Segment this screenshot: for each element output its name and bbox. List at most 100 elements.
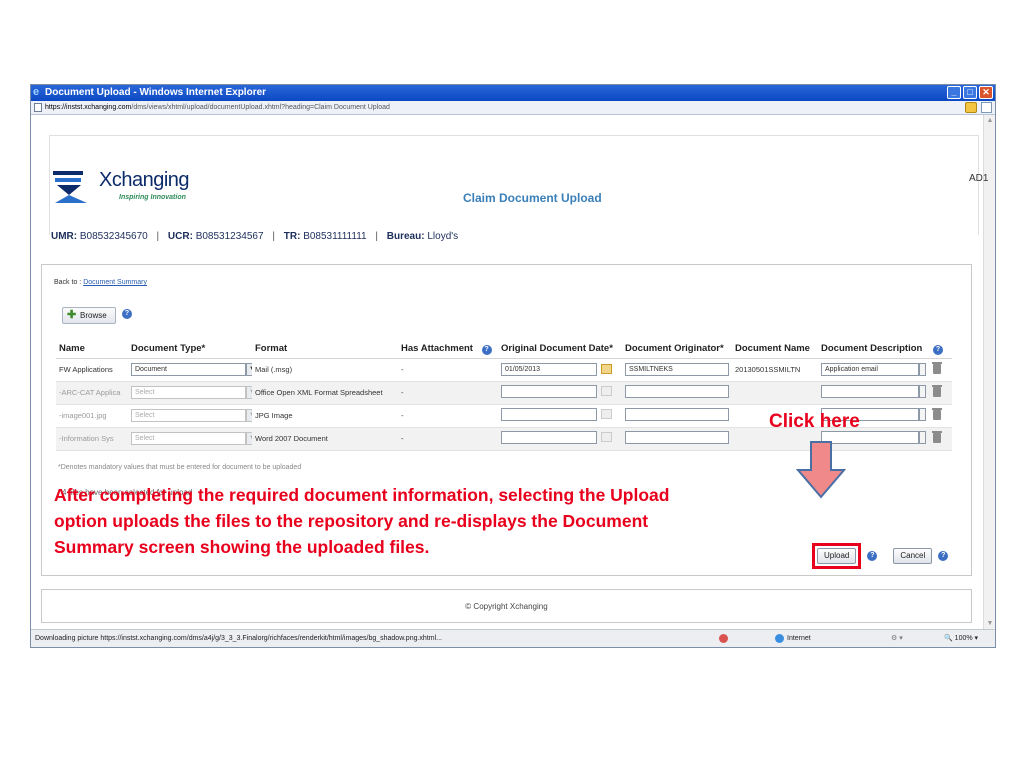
mandatory-note: *Denotes mandatory values that must be e… (58, 464, 302, 471)
browse-button[interactable]: ✚ Browse (62, 307, 116, 324)
description-input[interactable]: Application email (821, 363, 926, 376)
scroll-down-icon[interactable]: ▼ (986, 620, 994, 628)
back-link-row: Back to : Document Summary (54, 279, 147, 286)
zoom-level[interactable]: 🔍 100% ▾ (944, 630, 978, 647)
help-icon[interactable]: ? (933, 344, 943, 355)
page-title: Claim Document Upload (463, 191, 602, 205)
instruction-annotation: After completing the required document i… (54, 482, 784, 560)
tr-value: B08531111111 (303, 231, 367, 242)
col-description: Document Description (818, 340, 930, 359)
file-name: -image001.jpg (56, 404, 128, 428)
browse-label: Browse (80, 311, 107, 320)
col-actions: ? (930, 340, 952, 359)
delete-cell (930, 358, 952, 382)
original-date-input[interactable] (501, 408, 612, 421)
calendar-icon[interactable] (601, 432, 612, 442)
close-icon[interactable]: ✕ (979, 86, 993, 99)
chevron-down-icon[interactable]: ▼ (246, 432, 252, 445)
table-row: -ARC-CAT Applica Select ▼ Office Open XML… (56, 381, 952, 405)
description-input[interactable] (821, 385, 926, 398)
originator-input[interactable] (625, 431, 729, 444)
url-host: https://instst.xchanging.com (45, 104, 132, 111)
description-value: Application email (825, 366, 878, 373)
file-format: JPG Image (252, 404, 398, 428)
document-name-value (732, 381, 818, 405)
document-type-select[interactable]: Select ▼ (131, 409, 252, 422)
description-expander[interactable] (919, 363, 926, 376)
umr-label: UMR: (51, 231, 78, 242)
col-document-name: Document Name (732, 340, 818, 359)
trash-icon[interactable] (932, 361, 942, 374)
document-type-value: Document (135, 366, 167, 373)
has-attachment-value: - (398, 381, 498, 405)
file-name: -ARC-CAT Applica (56, 381, 128, 405)
help-icon[interactable]: ? (938, 551, 949, 561)
cancel-button[interactable]: Cancel (893, 548, 933, 564)
original-date-input[interactable]: 01/05/2013 (501, 363, 612, 376)
maximize-icon[interactable]: □ (963, 86, 977, 99)
window-titlebar: e Document Upload - Windows Internet Exp… (31, 85, 995, 101)
delete-cell (930, 381, 952, 405)
document-summary-link[interactable]: Document Summary (83, 279, 147, 286)
annotation-line-3: Summary screen showing the uploaded file… (54, 537, 430, 557)
popup-blocker-icon[interactable]: ⚙ ▾ (891, 630, 903, 647)
file-name: FW Applications (56, 358, 128, 382)
calendar-icon[interactable] (601, 364, 612, 374)
url-path: /dms/views/xhtml/upload/documentUpload.x… (131, 104, 390, 111)
file-format: Office Open XML Format Spreadsheet (252, 381, 398, 405)
annotation-line-1: After completing the required document i… (54, 485, 670, 505)
trash-icon[interactable] (932, 384, 942, 397)
calendar-icon[interactable] (601, 386, 612, 396)
original-date-value: 01/05/2013 (505, 366, 541, 373)
minimize-icon[interactable]: _ (947, 86, 961, 99)
logo-name: Xchanging (99, 169, 190, 191)
address-bar[interactable]: https://instst.xchanging.com/dms/views/x… (31, 101, 995, 115)
doc-type-cell: Select ▼ (128, 381, 252, 405)
has-attachment-value: - (398, 404, 498, 428)
logo-tagline: Inspiring Innovation (119, 194, 186, 201)
zone-label: Internet (787, 635, 811, 642)
doc-type-cell: Select ▼ (128, 427, 252, 451)
col-originator: Document Originator* (622, 340, 732, 359)
trash-icon[interactable] (932, 407, 942, 420)
chevron-down-icon[interactable]: ▼ (246, 363, 252, 376)
originator-input[interactable] (625, 385, 729, 398)
feed-icon[interactable] (981, 102, 992, 113)
chevron-down-icon[interactable]: ▼ (246, 409, 252, 422)
ref-separator: | (156, 231, 160, 242)
calendar-icon[interactable] (601, 409, 612, 419)
originator-input[interactable]: SSMILTNEKS (625, 363, 729, 376)
document-type-select[interactable]: Document ▼ (131, 363, 252, 376)
page-icon (34, 103, 42, 112)
has-attachment-value: - (398, 358, 498, 382)
description-expander[interactable] (919, 385, 926, 398)
upload-button[interactable]: Upload (817, 548, 857, 564)
trash-icon[interactable] (932, 430, 942, 443)
file-format: Word 2007 Document (252, 427, 398, 451)
xchanging-logo-icon (53, 171, 87, 203)
delete-cell (930, 427, 952, 451)
col-format: Format (252, 340, 398, 359)
description-expander[interactable] (919, 408, 926, 421)
chevron-down-icon[interactable]: ▼ (246, 386, 252, 399)
description-expander[interactable] (919, 431, 926, 444)
protected-mode-icon (719, 634, 728, 643)
doc-type-cell: Select ▼ (128, 404, 252, 428)
scroll-up-icon[interactable]: ▲ (986, 117, 994, 125)
ie-logo-icon: e (33, 86, 40, 98)
help-icon[interactable]: ? (481, 344, 492, 355)
originator-input[interactable] (625, 408, 729, 421)
document-type-select[interactable]: Select ▼ (131, 386, 252, 399)
originator-cell (622, 404, 732, 428)
document-type-select[interactable]: Select ▼ (131, 432, 252, 445)
down-arrow-icon (796, 441, 846, 499)
original-date-input[interactable] (501, 385, 612, 398)
original-date-input[interactable] (501, 431, 612, 444)
lock-icon[interactable] (965, 102, 977, 113)
vertical-scrollbar[interactable]: ▲ ▼ (983, 115, 995, 630)
date-cell (498, 404, 622, 428)
col-name: Name (56, 340, 128, 359)
help-icon[interactable]: ? (867, 551, 878, 561)
callout-label: Click here (769, 411, 860, 432)
help-icon[interactable]: ? (122, 309, 132, 319)
